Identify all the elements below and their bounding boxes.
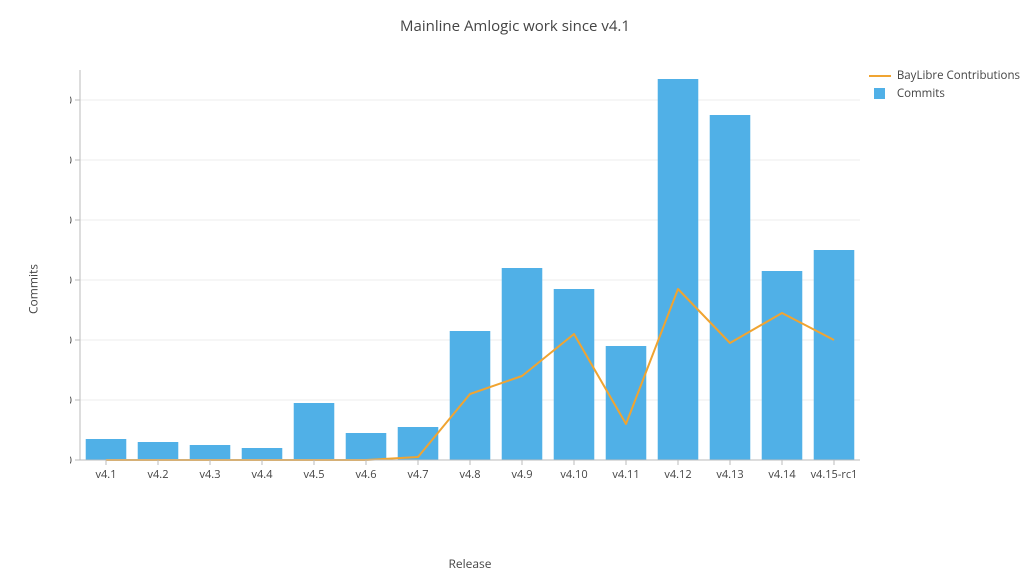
bar[interactable] [138,442,179,460]
x-tick-label: v4.10 [560,467,587,482]
y-tick-label: 0 [70,453,72,468]
x-axis-label: Release [70,555,870,572]
x-tick-label: v4.11 [612,467,639,482]
legend-item-baylibre[interactable]: BayLibre Contributions [869,68,1020,83]
chart-plot: v4.1 v4.2 v4.3 v4.4 v4.5 v4.6 v4.7 v4.8 v4.9 v4.1… [70,60,870,500]
x-tick-label: v4.5 [304,467,325,482]
bar[interactable] [658,79,699,460]
legend-label: BayLibre Contributions [897,68,1020,83]
bar[interactable] [294,403,335,460]
x-tick-label: v4.13 [716,467,743,482]
x-tick-label: v4.8 [460,467,481,482]
y-tick-label: 100 [70,153,72,168]
y-tick-label: 60 [70,273,72,288]
legend-label: Commits [897,86,945,101]
x-tick-label: v4.3 [200,467,221,482]
chart-container: Mainline Amlogic work since v4.1 Commits… [0,0,1030,578]
y-axis-label: Commits [25,264,42,314]
x-tick-label: v4.15-rc1 [811,467,858,482]
bar[interactable] [606,346,647,460]
bar[interactable] [398,427,439,460]
y-tick-label: 120 [70,93,72,108]
bar[interactable] [762,271,803,460]
x-tick-label: v4.2 [148,467,169,482]
legend-item-commits[interactable]: Commits [869,86,1020,101]
bar[interactable] [710,115,751,460]
x-tick-label: v4.4 [252,467,274,482]
x-tick-label: v4.6 [356,467,377,482]
bar-swatch-icon [874,88,885,99]
bar[interactable] [190,445,231,460]
line-swatch-icon [869,75,891,77]
y-tick-label: 20 [70,393,72,408]
chart-title: Mainline Amlogic work since v4.1 [0,16,1030,36]
bar[interactable] [346,433,387,460]
x-tick-label: v4.14 [768,467,796,482]
y-tick-label: 40 [70,333,72,348]
x-tick-label: v4.12 [664,467,691,482]
y-tick-label: 80 [70,213,72,228]
bar[interactable] [814,250,855,460]
bar[interactable] [554,289,595,460]
legend: BayLibre Contributions Commits [869,68,1020,104]
bar[interactable] [86,439,127,460]
x-tick-label: v4.1 [96,467,117,482]
bar[interactable] [242,448,283,460]
x-tick-label: v4.9 [512,467,533,482]
bar-swatch-wrap [869,88,891,99]
x-tick-label: v4.7 [408,467,429,482]
